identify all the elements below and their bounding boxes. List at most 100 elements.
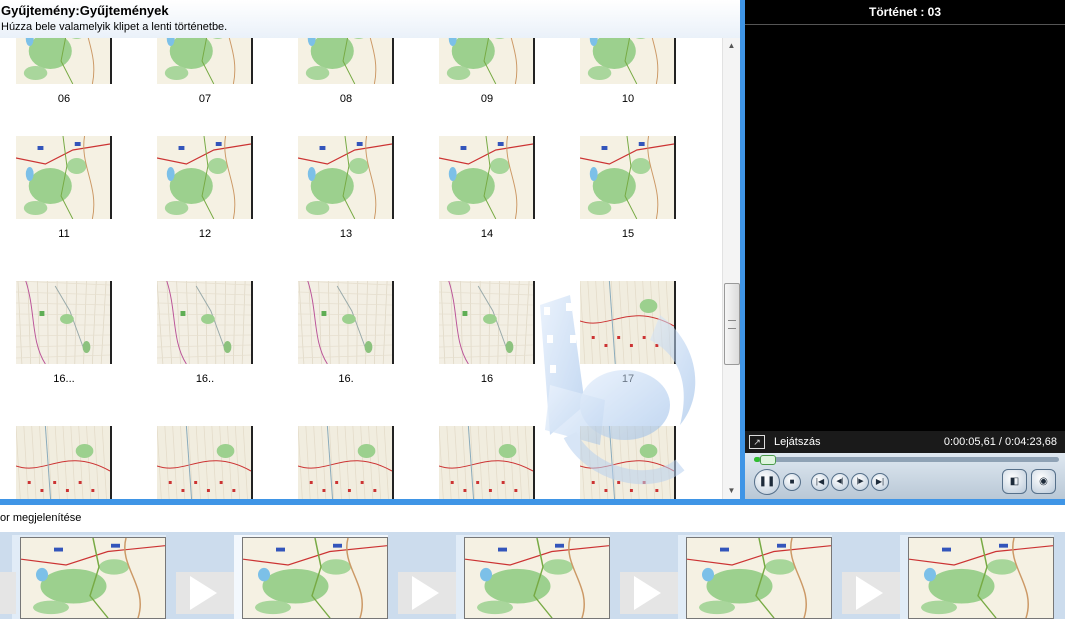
panel-divider-horizontal[interactable] xyxy=(0,499,1065,505)
storyboard-transition-slot[interactable] xyxy=(842,572,900,614)
clip-thumbnail xyxy=(297,425,394,499)
collection-pane: Gyűjtemény:Gyűjtemények Húzza bele valam… xyxy=(0,0,740,499)
collection-header: Gyűjtemény:Gyűjtemények Húzza bele valam… xyxy=(0,0,740,38)
clip-thumbnail xyxy=(298,38,394,85)
player-title: Történet : 03 xyxy=(868,5,941,19)
storyboard-transition-slot[interactable] xyxy=(176,572,234,614)
player-controls: ❚❚ ■ |◀ ◀| |▶ ▶| ◧ ◉ xyxy=(745,453,1065,499)
pause-button[interactable]: ❚❚ xyxy=(754,469,780,495)
storyboard-clip-thumbnail[interactable] xyxy=(686,537,832,619)
forward-button[interactable]: |▶ xyxy=(851,473,869,491)
clip-thumbnail xyxy=(439,38,535,85)
clip-item[interactable]: 16 xyxy=(438,280,535,385)
storyboard-transition-slot[interactable] xyxy=(398,572,456,614)
clip-label: 13 xyxy=(339,228,353,240)
scrollbar-thumb[interactable] xyxy=(724,283,740,365)
clip-item[interactable]: 16... xyxy=(15,280,112,385)
player-status-bar: ↗ Lejátszás 0:00:05,61 / 0:04:23,68 xyxy=(745,431,1065,453)
clip-label: 10 xyxy=(621,93,635,105)
split-clip-button[interactable]: ◧ xyxy=(1002,469,1027,494)
clip-item[interactable]: 06 xyxy=(16,38,112,105)
clip-thumbnail xyxy=(16,38,112,85)
clip-label: 06 xyxy=(57,93,71,105)
grip-icon xyxy=(728,320,736,329)
previous-button[interactable]: |◀ xyxy=(811,473,829,491)
clip-thumbnail xyxy=(156,280,253,365)
clip-item[interactable] xyxy=(438,425,535,499)
clip-item[interactable] xyxy=(15,425,112,499)
clip-thumbnail xyxy=(579,135,676,220)
clip-thumbnail xyxy=(297,135,394,220)
clip-label: 16 xyxy=(480,373,494,385)
clip-thumbnail xyxy=(15,280,112,365)
snapshot-button[interactable]: ◉ xyxy=(1031,469,1056,494)
clip-label: 08 xyxy=(339,93,353,105)
seek-bar[interactable] xyxy=(754,457,1059,462)
clip-thumbnail xyxy=(156,425,253,499)
clip-item[interactable]: 07 xyxy=(157,38,253,105)
fast-forward-icon: |▶ xyxy=(856,478,864,485)
clip-item[interactable]: 14 xyxy=(438,135,535,240)
clip-thumbnail xyxy=(15,425,112,499)
play-arrow-icon xyxy=(190,576,217,610)
next-button[interactable]: ▶| xyxy=(871,473,889,491)
clip-thumbnail xyxy=(297,280,394,365)
clip-label: 14 xyxy=(480,228,494,240)
clip-item[interactable]: 10 xyxy=(580,38,676,105)
collection-hint: Húzza bele valamelyik klipet a lenti tör… xyxy=(1,21,228,33)
play-arrow-icon xyxy=(634,576,661,610)
storyboard-label: or megjelenítése xyxy=(0,512,82,524)
pause-icon: ❚❚ xyxy=(758,476,776,487)
stop-button[interactable]: ■ xyxy=(783,473,801,491)
clip-thumbnail xyxy=(438,280,535,365)
storyboard-clip-thumbnail[interactable] xyxy=(242,537,388,619)
clip-thumbnail xyxy=(580,38,676,85)
skip-previous-icon: |◀ xyxy=(815,477,825,486)
clip-label: 11 xyxy=(58,228,70,240)
clip-item[interactable]: 08 xyxy=(298,38,394,105)
collection-title: Gyűjtemény:Gyűjtemények xyxy=(1,3,169,18)
storyboard-transition-slot[interactable] xyxy=(0,572,16,614)
arrow-down-icon: ▼ xyxy=(727,486,736,495)
video-screen[interactable] xyxy=(745,25,1065,431)
time-readout: 0:00:05,61 / 0:04:23,68 xyxy=(943,436,1057,448)
clip-label: 07 xyxy=(198,93,212,105)
preview-player: Történet : 03 ↗ Lejátszás 0:00:05,61 / 0… xyxy=(745,0,1065,499)
storyboard-clip-thumbnail[interactable] xyxy=(464,537,610,619)
clip-label: 16... xyxy=(53,373,75,385)
seek-handle[interactable] xyxy=(760,455,777,465)
clip-item[interactable]: 09 xyxy=(439,38,535,105)
clip-label: 12 xyxy=(198,228,212,240)
clip-item[interactable]: 12 xyxy=(156,135,253,240)
clip-item[interactable]: 16. xyxy=(297,280,394,385)
storyboard-clip-thumbnail[interactable] xyxy=(908,537,1054,619)
clip-label: 16.. xyxy=(195,373,215,385)
clip-thumbnail xyxy=(15,135,112,220)
scroll-up-button[interactable]: ▲ xyxy=(723,38,740,54)
skip-next-icon: ▶| xyxy=(875,477,885,486)
play-arrow-icon xyxy=(856,576,883,610)
rewind-button[interactable]: ◀| xyxy=(831,473,849,491)
rewind-icon: ◀| xyxy=(836,478,844,485)
clip-item[interactable] xyxy=(297,425,394,499)
collection-scrollbar[interactable]: ▲ ▼ xyxy=(722,38,740,499)
clip-thumbnail xyxy=(438,425,535,499)
clip-item[interactable] xyxy=(156,425,253,499)
camera-icon: ◉ xyxy=(1039,476,1048,487)
clip-item[interactable]: 11 xyxy=(15,135,112,240)
clip-label: 15 xyxy=(621,228,635,240)
clip-item[interactable]: 13 xyxy=(297,135,394,240)
scroll-down-button[interactable]: ▼ xyxy=(723,483,740,499)
storyboard xyxy=(0,532,1065,619)
clip-thumbnail xyxy=(438,135,535,220)
clip-item[interactable]: 15 xyxy=(579,135,676,240)
storyboard-clip-thumbnail[interactable] xyxy=(20,537,166,619)
storyboard-transition-slot[interactable] xyxy=(620,572,678,614)
clip-thumbnail xyxy=(156,135,253,220)
split-clip-icon: ◧ xyxy=(1009,476,1020,487)
clip-thumbnail xyxy=(157,38,253,85)
clip-item[interactable]: 16.. xyxy=(156,280,253,385)
fullscreen-icon[interactable]: ↗ xyxy=(749,435,765,449)
film-music-watermark-icon xyxy=(540,295,696,485)
arrow-up-icon: ▲ xyxy=(727,41,736,50)
